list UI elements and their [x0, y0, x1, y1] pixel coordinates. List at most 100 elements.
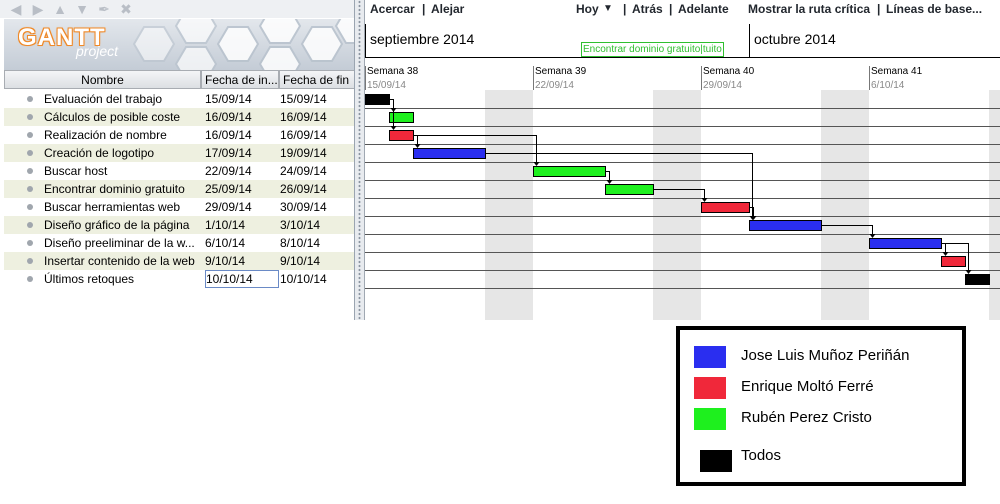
task-end-date[interactable]: 26/09/14	[280, 180, 354, 198]
toolbar-separator: |	[623, 2, 627, 16]
task-bar[interactable]	[869, 238, 942, 249]
task-bar[interactable]	[389, 130, 414, 141]
today-button[interactable]: Hoy	[576, 0, 599, 18]
task-bar[interactable]	[413, 148, 486, 159]
task-bar[interactable]	[701, 202, 750, 213]
task-start-date[interactable]: 29/09/14	[205, 198, 279, 216]
dependency-arrow-icon	[390, 126, 397, 130]
task-row[interactable]: Evaluación del trabajo 15/09/14 15/09/14	[4, 90, 354, 108]
task-start-date[interactable]: 17/09/14	[205, 144, 279, 162]
up-arrow-icon[interactable]: ▲	[52, 1, 68, 17]
task-start-date[interactable]: 16/09/14	[205, 126, 279, 144]
task-bar[interactable]	[365, 94, 390, 105]
task-row[interactable]: Creación de logotipo 17/09/14 19/09/14	[4, 144, 354, 162]
task-end-date[interactable]: 8/10/14	[280, 234, 354, 252]
task-name[interactable]: Encontrar dominio gratuito	[44, 180, 201, 198]
task-end-date[interactable]: 19/09/14	[280, 144, 354, 162]
task-name[interactable]: Buscar host	[44, 162, 201, 180]
task-end-date[interactable]: 9/10/14	[280, 252, 354, 270]
task-name[interactable]: Diseño preeliminar de la w...	[44, 234, 201, 252]
task-end-date[interactable]: 30/09/14	[280, 198, 354, 216]
task-row[interactable]: Diseño gráfico de la página 1/10/14 3/10/1…	[4, 216, 354, 234]
task-row[interactable]: Buscar herramientas web 29/09/14 30/09/14	[4, 198, 354, 216]
task-start-date[interactable]: 22/09/14	[205, 162, 279, 180]
link-icon[interactable]: ✒	[96, 1, 112, 17]
week-divider	[869, 66, 870, 90]
task-row[interactable]: Cálculos de posible coste 16/09/14 16/09/1…	[4, 108, 354, 126]
task-start-date[interactable]: 6/10/14	[205, 234, 279, 252]
task-name[interactable]: Cálculos de posible coste	[44, 108, 201, 126]
panel-splitter[interactable]	[355, 0, 365, 320]
zoom-out-button[interactable]: Alejar	[431, 0, 464, 18]
task-row[interactable]: Realización de nombre 16/09/14 16/09/14	[4, 126, 354, 144]
toolbar-separator: |	[877, 2, 881, 16]
task-end-date[interactable]: 10/10/14	[280, 270, 354, 288]
month-divider	[749, 24, 750, 58]
task-end-date[interactable]: 16/09/14	[280, 126, 354, 144]
unlink-icon[interactable]: ✖	[118, 1, 134, 17]
week-divider	[533, 66, 534, 90]
task-end-date[interactable]: 3/10/14	[280, 216, 354, 234]
task-start-date[interactable]: 25/09/14	[205, 180, 279, 198]
task-bullet-icon	[27, 132, 33, 138]
task-end-date[interactable]: 16/09/14	[280, 108, 354, 126]
task-bar[interactable]	[533, 166, 606, 177]
baselines-button[interactable]: Líneas de base...	[886, 0, 982, 18]
toolbar-separator: |	[422, 2, 426, 16]
task-row[interactable]: Buscar host 22/09/14 24/09/14	[4, 162, 354, 180]
down-arrow-icon[interactable]: ▼	[74, 1, 90, 17]
back-arrow-icon[interactable]: ◀	[8, 1, 24, 17]
task-bar[interactable]	[965, 274, 990, 285]
gantt-chart-panel: Acercar | Alejar Hoy ▼ | Atrás | Adelant…	[365, 0, 1000, 320]
task-bar[interactable]	[941, 256, 966, 267]
task-name[interactable]: Buscar herramientas web	[44, 198, 201, 216]
task-tree-panel: ◀ ▶ ▲ ▼ ✒ ✖ GANTT project Nombre Fecha d…	[0, 0, 355, 320]
dependency-arrow-icon	[414, 144, 421, 148]
task-name[interactable]: Diseño gráfico de la página	[44, 216, 201, 234]
legend-label: Enrique Moltó Ferré	[741, 378, 874, 395]
task-start-date[interactable]: 16/09/14	[205, 108, 279, 126]
gantt-bars-area[interactable]	[365, 90, 1000, 320]
legend-swatch	[694, 408, 726, 430]
task-bar[interactable]	[749, 220, 822, 231]
forward-button[interactable]: Adelante	[678, 0, 729, 18]
task-row[interactable]: Últimos retoques 10/10/14 10/10/14	[4, 270, 354, 288]
task-bullet-icon	[27, 96, 33, 102]
task-start-date[interactable]: 10/10/14	[205, 270, 279, 288]
task-name[interactable]: Últimos retoques	[44, 270, 201, 288]
column-header-end[interactable]: Fecha de fin	[279, 70, 354, 89]
task-tooltip: Encontrar dominio gratuito|tuito	[581, 42, 724, 57]
logo-subtitle: project	[76, 43, 119, 59]
task-start-date[interactable]: 9/10/14	[205, 252, 279, 270]
task-end-date[interactable]: 24/09/14	[280, 162, 354, 180]
forward-arrow-icon[interactable]: ▶	[30, 1, 46, 17]
critical-path-button[interactable]: Mostrar la ruta crítica	[748, 0, 870, 18]
toolbar-separator: |	[669, 2, 673, 16]
resource-legend: Jose Luis Muñoz Periñán Enrique Moltó Fe…	[676, 326, 966, 486]
task-name[interactable]: Evaluación del trabajo	[44, 90, 201, 108]
weekend-band	[485, 90, 533, 320]
back-button[interactable]: Atrás	[632, 0, 663, 18]
task-bar[interactable]	[605, 184, 654, 195]
task-bullet-icon	[27, 276, 33, 282]
task-start-date[interactable]: 1/10/14	[205, 216, 279, 234]
weekend-band	[653, 90, 701, 320]
task-start-date[interactable]: 15/09/14	[205, 90, 279, 108]
task-bullet-icon	[27, 186, 33, 192]
task-bullet-icon	[27, 204, 33, 210]
task-row[interactable]: Insertar contenido de la web 9/10/14 9/10/…	[4, 252, 354, 270]
zoom-in-button[interactable]: Acercar	[370, 0, 415, 18]
task-name[interactable]: Insertar contenido de la web	[44, 252, 201, 270]
legend-swatch	[694, 377, 726, 399]
task-row[interactable]: Encontrar dominio gratuito 25/09/14 26/09/…	[4, 180, 354, 198]
task-row[interactable]: Diseño preeliminar de la w... 6/10/14 8/10…	[4, 234, 354, 252]
legend-swatch	[700, 450, 732, 472]
task-end-date[interactable]: 15/09/14	[280, 90, 354, 108]
task-name[interactable]: Creación de logotipo	[44, 144, 201, 162]
chevron-down-icon[interactable]: ▼	[603, 0, 613, 18]
column-header-start[interactable]: Fecha de in...	[201, 70, 279, 89]
task-name[interactable]: Realización de nombre	[44, 126, 201, 144]
task-bullet-icon	[27, 150, 33, 156]
column-header-name[interactable]: Nombre	[4, 70, 201, 89]
task-bullet-icon	[27, 240, 33, 246]
